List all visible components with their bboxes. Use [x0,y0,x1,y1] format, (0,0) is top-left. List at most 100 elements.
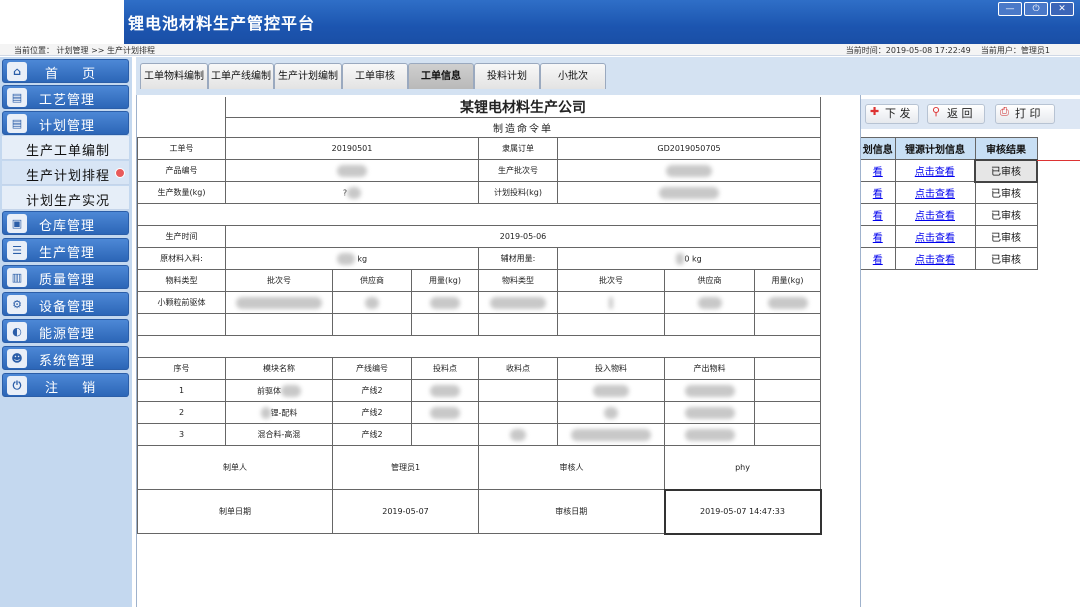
print-button[interactable]: ⎙ 打 印 [995,104,1055,124]
maker-label: 制单人 [137,445,333,490]
sidebar-subitem-live[interactable]: 计划生产实况 [2,186,129,210]
logo [0,0,124,44]
batch-header-2: 批次号 [557,269,665,292]
table-row: 看 点击查看 已审核 [861,158,1038,183]
manufacturing-order-document: 某锂电材料生产公司 制造命令单 工单号 20190501 隶属订单 GD2019… [136,97,822,543]
sidebar-item-plan[interactable]: ▤ 计划管理 [2,111,129,135]
view-link[interactable]: 点击查看 [915,255,955,266]
users-icon: ☻ [7,349,27,368]
sidebar-item-logout[interactable]: ⏻ 注 销 [2,373,129,397]
receive-point-header: 收料点 [478,357,558,380]
time-label: 当前时间： [845,46,886,55]
seq-header: 序号 [137,357,226,380]
search-icon: ⚲ [932,105,941,118]
tab-work-order-material[interactable]: 工单物料编制 [140,63,208,89]
feed-point-header: 投料点 [411,357,479,380]
view-link[interactable]: 看 [873,211,883,222]
gear-icon: ⚙ [7,295,27,314]
belong-order-value: GD2019050705 [556,137,822,160]
tab-plan-compile[interactable]: 生产计划编制 [274,63,342,89]
table-row: 看 点击查看 已审核 [861,225,1038,248]
tab-feed-plan[interactable]: 投料计划 [474,63,540,89]
usage-header-2: 用量(kg) [753,269,822,292]
batch-no-label: 生产批次号 [478,159,558,182]
sidebar-item-energy[interactable]: ◐ 能源管理 [2,319,129,343]
time-value: 2019-05-08 17:22:49 [885,46,971,55]
sidebar-subitem-schedule[interactable]: 生产计划排程 [2,161,129,185]
tab-work-order-line[interactable]: 工单产线编制 [208,63,274,89]
material-type-header: 物料类型 [137,269,226,292]
review-status: 已审核 [974,203,1038,226]
add-icon: ✚ [870,105,880,118]
minimize-icon[interactable]: — [998,2,1022,16]
production-time-value: 2019-05-06 [224,225,822,248]
remove-icon[interactable] [115,168,125,178]
view-link[interactable]: 看 [873,233,883,244]
view-link[interactable]: 点击查看 [915,211,955,222]
make-date-label: 制单日期 [137,489,333,534]
toolbar: ✚ 下 发 ⚲ 返 回 ⎙ 打 印 [861,99,1080,129]
location-page: 生产计划排程 [107,46,156,55]
view-link[interactable]: 点击查看 [915,189,955,200]
view-link[interactable]: 点击查看 [915,167,955,178]
order-table: 某锂电材料生产公司 制造命令单 工单号 20190501 隶属订单 GD2019… [136,97,822,535]
sidebar-subitem-work-order[interactable]: 生产工单编制 [2,136,129,160]
review-status: 已审核 [974,181,1038,204]
title-bar: 锂电池材料生产管控平台 — ⏻ ✕ [0,0,1080,44]
product-no-label: 产品编号 [137,159,226,182]
sidebar-item-quality[interactable]: ▥ 质量管理 [2,265,129,289]
view-link[interactable]: 看 [873,189,883,200]
sidebar-item-system[interactable]: ☻ 系统管理 [2,346,129,370]
sidebar-item-equipment[interactable]: ⚙ 设备管理 [2,292,129,316]
chart-icon: ▥ [7,268,27,287]
order-no-label: 工单号 [137,137,226,160]
line-header: 产线编号 [332,357,412,380]
production-time-label: 生产时间 [137,225,226,248]
reviewer-value: phy [663,445,822,490]
sidebar-item-warehouse[interactable]: ▣ 仓库管理 [2,211,129,235]
issue-button[interactable]: ✚ 下 发 [865,104,919,124]
material-row-type: 小颗粒前驱体 [137,291,226,314]
lithium-plan-header: 锂源计划信息 [894,137,976,160]
output-material-header: 产出物料 [664,357,755,380]
table-row: 1 前驱体 产线2 [137,379,822,402]
raw-material-label: 原材料入料: [137,247,226,270]
make-date-value: 2019-05-07 [332,489,479,534]
back-button[interactable]: ⚲ 返 回 [927,104,985,124]
separator: >> [91,46,105,55]
right-panel: ✚ 下 发 ⚲ 返 回 ⎙ 打 印 划信息 锂源计划信息 审核结果 看 点击查看 已审… [860,95,1080,607]
plan-info-header: 划信息 [861,137,896,160]
qty-label: 生产数量(kg) [137,181,226,204]
list-icon: ☰ [7,241,27,260]
input-material-header: 投入物料 [557,357,665,380]
home-icon: ⌂ [7,62,27,81]
plan-info-table: 划信息 锂源计划信息 审核结果 看 点击查看 已审核 看 点击查看 已审核 看 … [861,137,1038,270]
view-link[interactable]: 点击查看 [915,233,955,244]
supplier-header-2: 供应商 [664,269,755,292]
sidebar-item-home[interactable]: ⌂ 首 页 [2,59,129,83]
batch-header: 批次号 [225,269,333,292]
tab-work-order-info[interactable]: 工单信息 [408,63,474,89]
review-date-label: 审核日期 [478,489,665,534]
location-label: 当前位置： [14,46,54,55]
view-link[interactable]: 看 [873,167,883,178]
usage-header: 用量(kg) [411,269,479,292]
power-icon: ⏻ [7,376,27,395]
sidebar-item-process[interactable]: ▤ 工艺管理 [2,85,129,109]
tab-work-order-review[interactable]: 工单审核 [342,63,408,89]
reviewer-label: 审核人 [478,445,665,490]
review-status: 已审核 [974,247,1038,270]
close-icon[interactable]: ✕ [1050,2,1074,16]
review-result-header: 审核结果 [974,137,1038,160]
belong-order-label: 隶属订单 [478,137,558,160]
printer-icon: ⎙ [1000,105,1009,118]
document-icon: ▤ [7,114,27,133]
maker-value: 管理员1 [332,445,479,490]
aux-material-value: 0 kg [556,247,822,270]
qty-value: ? [225,181,479,204]
power-icon[interactable]: ⏻ [1024,2,1048,16]
view-link[interactable]: 看 [873,255,883,266]
window-controls: — ⏻ ✕ [998,2,1074,16]
sidebar-item-production[interactable]: ☰ 生产管理 [2,238,129,262]
tab-small-batch[interactable]: 小批次 [540,63,606,89]
